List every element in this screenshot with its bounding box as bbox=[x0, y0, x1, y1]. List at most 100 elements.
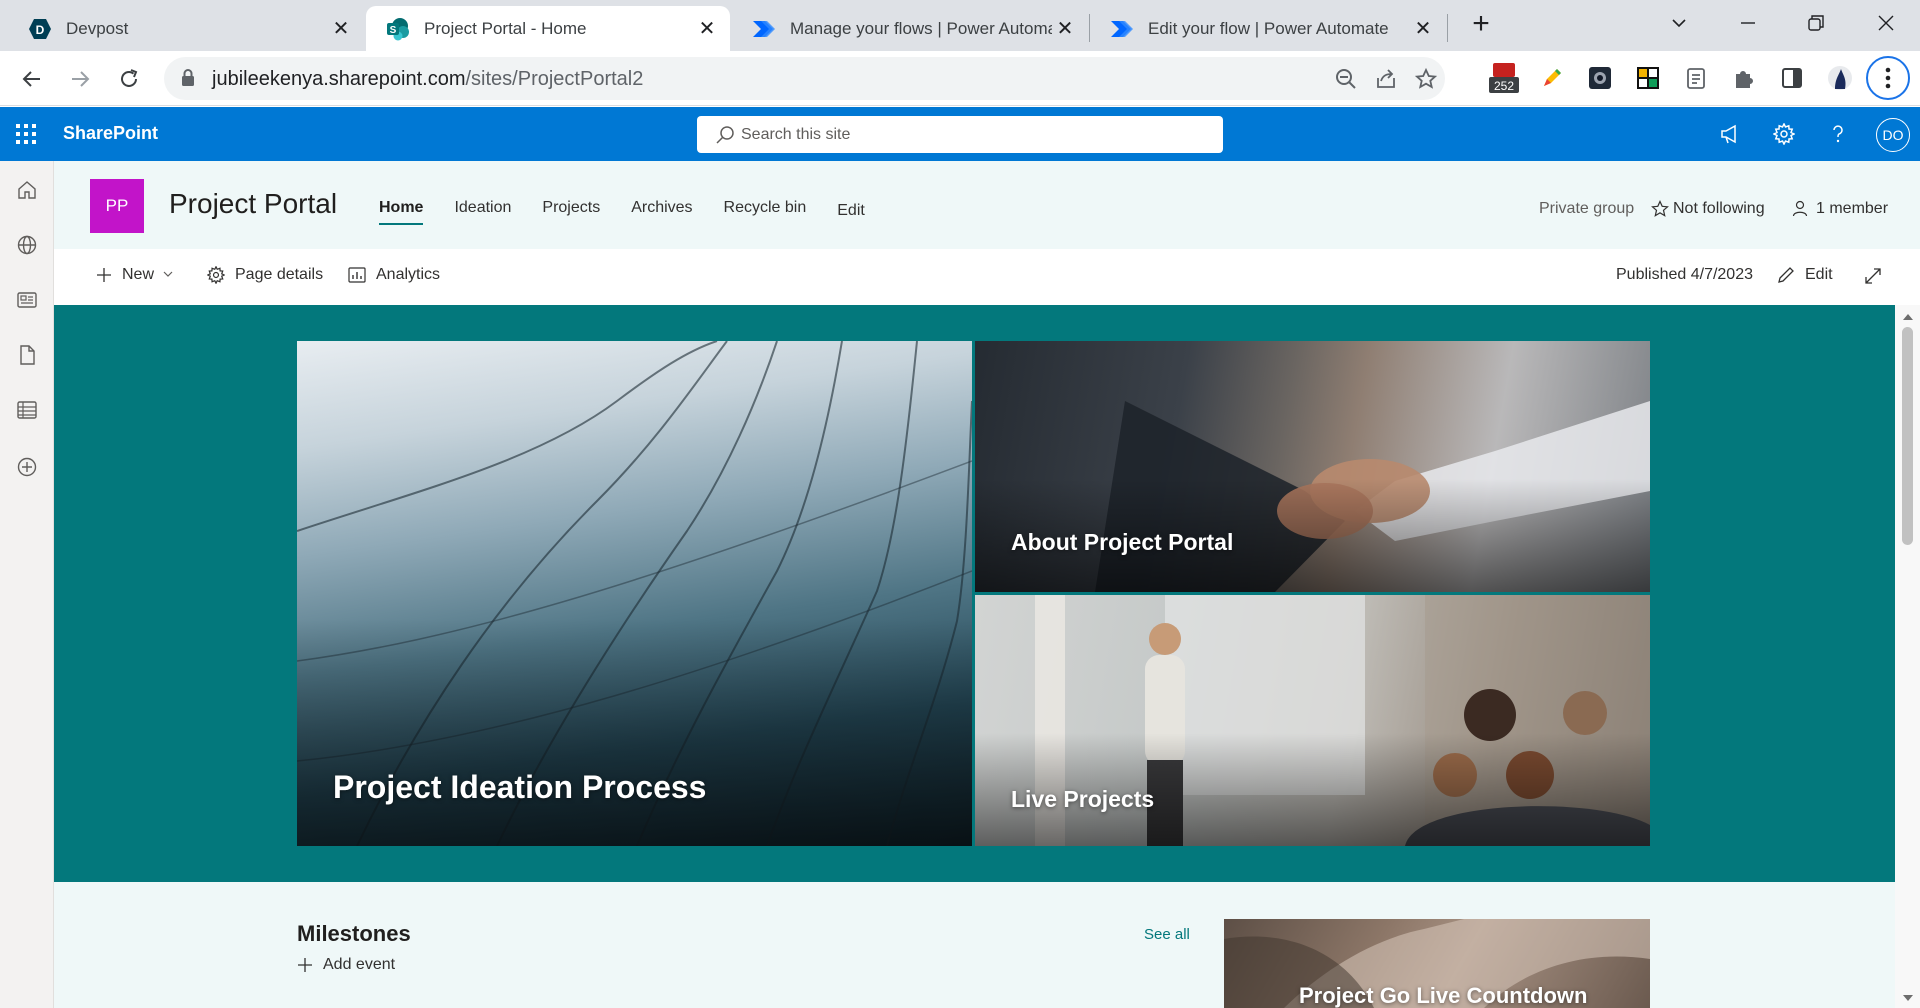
star-icon[interactable] bbox=[1414, 67, 1438, 91]
tab-project-portal[interactable]: S Project Portal - Home ✕ bbox=[366, 6, 730, 51]
see-all-link[interactable]: See all bbox=[1144, 926, 1190, 943]
news-icon[interactable] bbox=[14, 287, 40, 313]
nav-recycle-bin[interactable]: Recycle bin bbox=[724, 199, 807, 225]
zoom-out-icon[interactable] bbox=[1334, 67, 1358, 91]
new-label: New bbox=[122, 266, 155, 283]
nav-edit[interactable]: Edit bbox=[837, 202, 865, 228]
share-icon[interactable] bbox=[1374, 67, 1398, 91]
create-icon[interactable] bbox=[14, 454, 40, 480]
puzzle-icon[interactable] bbox=[1730, 64, 1758, 92]
lens-extension-icon[interactable] bbox=[1586, 64, 1614, 92]
restore-button[interactable] bbox=[1796, 8, 1836, 38]
page-scrollbar[interactable] bbox=[1895, 305, 1920, 1008]
hero-tile-ideation[interactable]: Project Ideation Process bbox=[297, 341, 972, 846]
extension-icon[interactable]: 252 bbox=[1488, 61, 1520, 95]
svg-text:S: S bbox=[390, 25, 397, 36]
expand-icon bbox=[1864, 267, 1882, 290]
star-outline-icon bbox=[1651, 200, 1669, 217]
power-automate-icon bbox=[1110, 17, 1134, 41]
follow-button[interactable]: Not following bbox=[1651, 200, 1765, 218]
search-input[interactable] bbox=[741, 116, 1211, 153]
hero-tile-live-projects[interactable]: Live Projects bbox=[975, 595, 1650, 846]
site-navigation: Home Ideation Projects Archives Recycle … bbox=[379, 199, 896, 225]
site-search-box[interactable] bbox=[697, 116, 1223, 153]
megaphone-icon[interactable] bbox=[1716, 120, 1744, 148]
grid-extension-icon[interactable] bbox=[1634, 64, 1662, 92]
arrow-right-icon bbox=[72, 71, 90, 87]
close-tab-icon[interactable]: ✕ bbox=[694, 16, 720, 42]
tab-search-button[interactable] bbox=[1659, 8, 1699, 38]
tab-edit-flow[interactable]: Edit your flow | Power Automate ✕ bbox=[1090, 6, 1446, 51]
sharepoint-brand-link[interactable]: SharePoint bbox=[63, 123, 158, 144]
clipboard-extension-icon[interactable] bbox=[1682, 64, 1710, 92]
hero-tile-about[interactable]: About Project Portal bbox=[975, 341, 1650, 592]
list-icon[interactable] bbox=[14, 397, 40, 423]
page-details-button[interactable]: Page details bbox=[207, 266, 323, 284]
browser-tab-strip: D Devpost ✕ S Project Portal - Home ✕ Ma… bbox=[0, 0, 1920, 51]
site-logo[interactable]: PP bbox=[90, 179, 144, 233]
tab-title: Project Portal - Home bbox=[424, 18, 587, 38]
pen-extension-icon[interactable] bbox=[1538, 64, 1566, 92]
site-header: PP Project Portal Home Ideation Projects… bbox=[54, 161, 1920, 249]
nav-home[interactable]: Home bbox=[379, 199, 424, 225]
close-tab-icon[interactable]: ✕ bbox=[1052, 16, 1078, 42]
nav-projects[interactable]: Projects bbox=[542, 199, 600, 225]
tab-devpost[interactable]: D Devpost ✕ bbox=[8, 6, 364, 51]
expand-button[interactable] bbox=[1864, 267, 1882, 290]
address-bar[interactable]: jubileekenya.sharepoint.com/sites/Projec… bbox=[164, 57, 1445, 100]
tab-title: Manage your flows | Power Automate bbox=[790, 18, 1052, 38]
close-icon bbox=[1878, 15, 1894, 31]
home-icon[interactable] bbox=[14, 177, 40, 203]
back-button[interactable] bbox=[16, 63, 48, 95]
new-button[interactable]: New bbox=[96, 266, 173, 284]
reload-button[interactable] bbox=[113, 63, 145, 95]
settings-gear-icon[interactable] bbox=[1770, 120, 1798, 148]
countdown-tile[interactable]: Project Go Live Countdown bbox=[1224, 919, 1650, 1008]
edit-page-button[interactable]: Edit bbox=[1777, 266, 1833, 284]
published-status: Published 4/7/2023 bbox=[1616, 266, 1753, 283]
app-launcher-icon[interactable] bbox=[14, 122, 38, 146]
analytics-icon bbox=[348, 267, 366, 283]
forward-button[interactable] bbox=[64, 63, 96, 95]
hero-tile-label: About Project Portal bbox=[1011, 529, 1234, 555]
tab-separator bbox=[1447, 14, 1448, 42]
close-window-button[interactable] bbox=[1866, 8, 1906, 38]
extension-badge: 252 bbox=[1494, 79, 1514, 93]
add-event-button[interactable]: Add event bbox=[297, 956, 395, 974]
pencil-icon bbox=[1777, 266, 1795, 284]
user-avatar[interactable]: DO bbox=[1876, 118, 1910, 152]
tab-manage-flows[interactable]: Manage your flows | Power Automate ✕ bbox=[732, 6, 1088, 51]
close-tab-icon[interactable]: ✕ bbox=[1410, 16, 1436, 42]
browser-menu-button[interactable] bbox=[1866, 56, 1910, 100]
new-tab-button[interactable]: + bbox=[1466, 9, 1496, 40]
scroll-thumb[interactable] bbox=[1902, 327, 1913, 545]
members-button[interactable]: 1 member bbox=[1792, 200, 1888, 218]
close-tab-icon[interactable]: ✕ bbox=[328, 16, 354, 42]
browser-toolbar: jubileekenya.sharepoint.com/sites/Projec… bbox=[0, 51, 1920, 106]
side-panel-icon[interactable] bbox=[1778, 64, 1806, 92]
minimize-button[interactable] bbox=[1728, 8, 1768, 38]
lock-icon bbox=[180, 68, 196, 93]
nav-archives[interactable]: Archives bbox=[631, 199, 692, 225]
chevron-down-icon bbox=[1672, 19, 1686, 28]
gear-icon bbox=[207, 266, 225, 284]
page-details-label: Page details bbox=[235, 266, 324, 283]
scroll-down-arrow-icon[interactable] bbox=[1903, 995, 1913, 1001]
tab-title: Devpost bbox=[66, 18, 129, 38]
app-bar bbox=[0, 161, 54, 1008]
sharepoint-icon: S bbox=[386, 17, 410, 41]
chevron-down-icon bbox=[163, 266, 173, 284]
site-title[interactable]: Project Portal bbox=[169, 188, 337, 220]
globe-icon[interactable] bbox=[14, 232, 40, 258]
countdown-label: Project Go Live Countdown bbox=[1299, 983, 1588, 1008]
power-automate-icon bbox=[752, 17, 776, 41]
tile-shade bbox=[297, 618, 972, 846]
restore-icon bbox=[1808, 15, 1824, 31]
scroll-up-arrow-icon[interactable] bbox=[1903, 314, 1913, 320]
svg-text:D: D bbox=[36, 23, 45, 37]
nav-ideation[interactable]: Ideation bbox=[454, 199, 511, 225]
profile-icon[interactable] bbox=[1826, 64, 1854, 92]
analytics-button[interactable]: Analytics bbox=[348, 266, 440, 284]
document-icon[interactable] bbox=[14, 342, 40, 368]
help-icon[interactable] bbox=[1824, 120, 1852, 148]
